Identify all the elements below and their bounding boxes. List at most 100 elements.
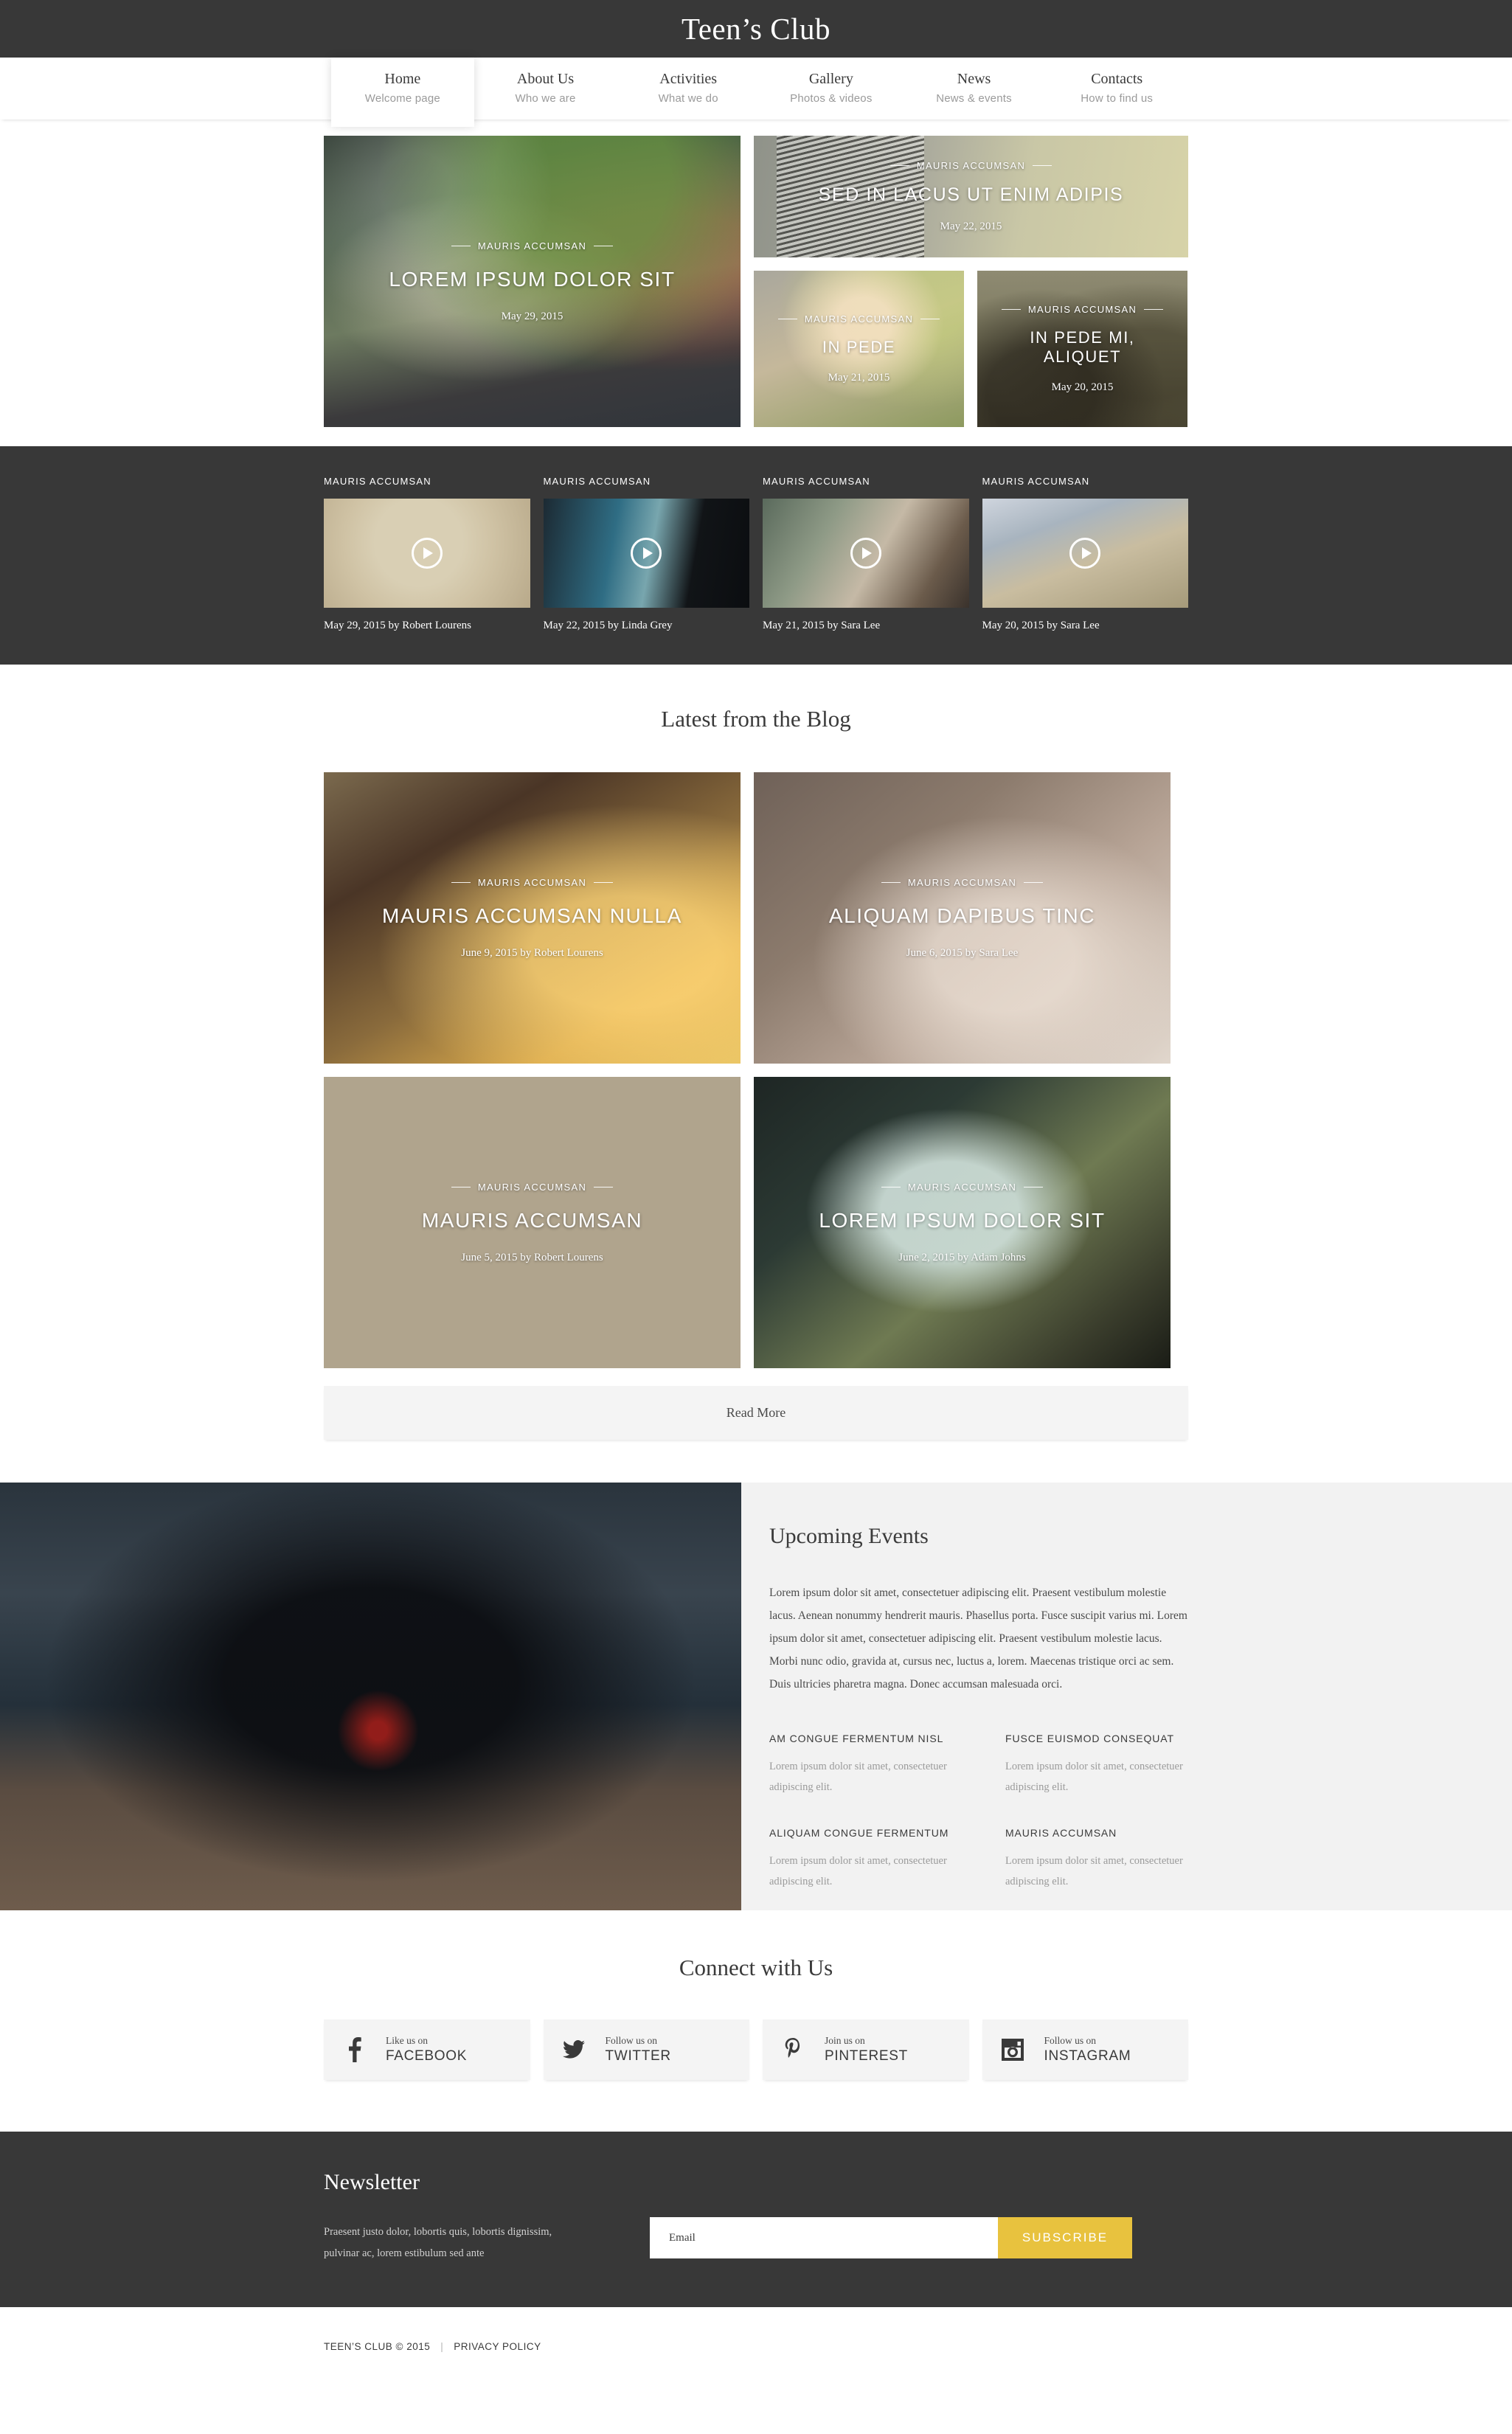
play-icon[interactable] [850, 538, 881, 569]
nav-item-title: Activities [659, 71, 718, 87]
nav-item-about-us[interactable]: About Us Who we are [474, 58, 617, 119]
blog-post-tile[interactable]: MAURIS ACCUMSAN MAURIS ACCUMSAN NULLA Ju… [324, 772, 741, 1064]
social-card-facebook[interactable]: Like us on FACEBOOK [324, 2019, 530, 2080]
video-category: MAURIS ACCUMSAN [763, 476, 870, 487]
nav-item-subtitle: Photos & videos [790, 92, 873, 105]
event-item[interactable]: FUSCE EUISMOD CONSEQUAT Lorem ipsum dolo… [1005, 1733, 1212, 1797]
social-card-small: Like us on [386, 2035, 428, 2046]
read-more-label: Read More [726, 1405, 786, 1420]
blog-post-title: ALIQUAM DAPIBUS TINC [828, 904, 1096, 927]
play-icon[interactable] [631, 538, 662, 569]
social-card-name: FACEBOOK [386, 2048, 468, 2064]
social-card-pinterest[interactable]: Join us on PINTEREST [763, 2019, 969, 2080]
hero-featured-title: LOREM IPSUM DOLOR SIT [389, 267, 676, 291]
hero-small-date: May 20, 2015 [1051, 381, 1114, 393]
play-icon[interactable] [1069, 538, 1101, 569]
hero-wide-tile[interactable]: MAURIS ACCUMSAN SED IN LACUS UT ENIM ADI… [754, 136, 1188, 257]
kicker-label: MAURIS ACCUMSAN [916, 160, 1026, 171]
video-thumbnail[interactable] [324, 499, 530, 608]
video-item: MAURIS ACCUMSAN May 21, 2015 by Sara Lee [763, 476, 969, 632]
blog-post-kicker: MAURIS ACCUMSAN [451, 1181, 614, 1193]
social-card-small: Follow us on [1044, 2035, 1097, 2046]
newsletter-description: Praesent justo dolor, lobortis quis, lob… [324, 2226, 552, 2259]
nav-item-gallery[interactable]: Gallery Photos & videos [760, 58, 903, 119]
blog-section-title: Latest from the Blog [661, 706, 851, 732]
newsletter-title: Newsletter [324, 2170, 420, 2194]
dash-icon [1033, 165, 1052, 166]
kicker-label: MAURIS ACCUMSAN [477, 1181, 587, 1193]
hero-small-tile[interactable]: MAURIS ACCUMSAN IN PEDE MI, ALIQUET May … [977, 271, 1187, 427]
blog-post-kicker: MAURIS ACCUMSAN [881, 876, 1044, 888]
social-card-text: Follow us on INSTAGRAM [1044, 2034, 1131, 2065]
blog-post-tile[interactable]: MAURIS ACCUMSAN LOREM IPSUM DOLOR SIT Ju… [754, 1077, 1171, 1368]
dash-icon [889, 165, 909, 166]
nav-item-contacts[interactable]: Contacts How to find us [1045, 58, 1188, 119]
social-card-small: Join us on [825, 2035, 865, 2046]
newsletter-section: Newsletter Praesent justo dolor, loborti… [0, 2132, 1512, 2307]
video-category: MAURIS ACCUMSAN [324, 476, 431, 487]
video-thumbnail[interactable] [763, 499, 969, 608]
event-item[interactable]: MAURIS ACCUMSAN Lorem ipsum dolor sit am… [1005, 1827, 1212, 1892]
event-name: AM CONGUE FERMENTUM NISL [769, 1733, 944, 1744]
blog-post-meta: June 9, 2015 by Robert Lourens [461, 946, 603, 959]
blog-post-tile[interactable]: MAURIS ACCUMSAN MAURIS ACCUMSAN June 5, … [324, 1077, 741, 1368]
video-item: MAURIS ACCUMSAN May 29, 2015 by Robert L… [324, 476, 530, 632]
hero-wide-kicker: MAURIS ACCUMSAN [889, 160, 1052, 171]
blog-post-title: MAURIS ACCUMSAN NULLA [381, 904, 682, 927]
hero-wide-title: SED IN LACUS UT ENIM ADIPIS [818, 184, 1124, 205]
site-title: Teen’s Club [682, 12, 830, 46]
play-icon[interactable] [411, 538, 443, 569]
social-card-twitter[interactable]: Follow us on TWITTER [543, 2019, 749, 2080]
blog-section: Latest from the Blog MAURIS ACCUMSAN MAU… [0, 665, 1512, 1440]
dash-icon [1001, 309, 1021, 310]
subscribe-button[interactable]: SUBSCRIBE [998, 2217, 1132, 2258]
facebook-icon [341, 2037, 367, 2062]
dash-icon [1024, 881, 1044, 883]
nav-item-title: Contacts [1091, 71, 1143, 87]
blog-post-title: MAURIS ACCUMSAN [421, 1208, 643, 1232]
nav-item-home[interactable]: Home Welcome page [331, 58, 474, 127]
footer-separator: | [440, 2340, 444, 2352]
kicker-label: MAURIS ACCUMSAN [907, 876, 1017, 888]
hero-small-title: IN PEDE MI, ALIQUET [1030, 328, 1135, 366]
upcoming-events-section: Upcoming Events Lorem ipsum dolor sit am… [0, 1483, 1512, 1910]
video-thumbnail[interactable] [543, 499, 749, 608]
site-footer: TEEN’S CLUB © 2015 | PRIVACY POLICY [0, 2307, 1512, 2385]
page-root: Teen’s Club Home Welcome page About Us W… [0, 0, 1512, 2385]
blog-post-meta: June 5, 2015 by Robert Lourens [461, 1251, 603, 1263]
blog-post-tile[interactable]: MAURIS ACCUMSAN ALIQUAM DAPIBUS TINC Jun… [754, 772, 1171, 1064]
nav-item-subtitle: Who we are [515, 92, 576, 105]
nav-item-activities[interactable]: Activities What we do [617, 58, 760, 119]
video-meta: May 21, 2015 by Sara Lee [763, 620, 881, 631]
privacy-policy-link[interactable]: PRIVACY POLICY [454, 2341, 541, 2352]
nav-item-title: News [957, 71, 991, 87]
hero-featured-tile[interactable]: MAURIS ACCUMSAN LOREM IPSUM DOLOR SIT Ma… [324, 136, 741, 427]
video-item: MAURIS ACCUMSAN May 22, 2015 by Linda Gr… [543, 476, 749, 632]
video-item: MAURIS ACCUMSAN May 20, 2015 by Sara Lee [982, 476, 1188, 632]
hero-section: MAURIS ACCUMSAN LOREM IPSUM DOLOR SIT Ma… [0, 119, 1512, 446]
event-item[interactable]: ALIQUAM CONGUE FERMENTUM Lorem ipsum dol… [769, 1827, 976, 1892]
kicker-label: MAURIS ACCUMSAN [804, 313, 914, 325]
dash-icon [881, 881, 901, 883]
main-navigation: Home Welcome page About Us Who we are Ac… [0, 58, 1512, 127]
hero-small-kicker: MAURIS ACCUMSAN [777, 313, 940, 325]
nav-item-title: Gallery [808, 71, 853, 87]
video-section: MAURIS ACCUMSAN May 29, 2015 by Robert L… [0, 446, 1512, 665]
hero-featured-date: May 29, 2015 [501, 310, 563, 322]
nav-item-title: About Us [516, 71, 575, 87]
blog-post-title: LOREM IPSUM DOLOR SIT [819, 1208, 1106, 1232]
connect-with-us-section: Connect with Us Like us on FACEBOOK Foll… [0, 1910, 1512, 2132]
nav-item-news[interactable]: News News & events [903, 58, 1046, 119]
kicker-label: MAURIS ACCUMSAN [1027, 304, 1137, 315]
social-card-instagram[interactable]: Follow us on INSTAGRAM [982, 2019, 1188, 2080]
hero-small-tile[interactable]: MAURIS ACCUMSAN IN PEDE May 21, 2015 [754, 271, 964, 427]
video-thumbnail[interactable] [982, 499, 1188, 608]
event-name: ALIQUAM CONGUE FERMENTUM [769, 1827, 949, 1839]
social-card-name: PINTEREST [825, 2048, 908, 2064]
event-item[interactable]: AM CONGUE FERMENTUM NISL Lorem ipsum dol… [769, 1733, 976, 1797]
email-input[interactable] [650, 2217, 998, 2258]
social-card-text: Like us on FACEBOOK [386, 2034, 467, 2065]
read-more-button[interactable]: Read More [324, 1386, 1188, 1440]
blog-post-meta: June 6, 2015 by Sara Lee [906, 946, 1019, 959]
events-intro-text: Lorem ipsum dolor sit amet, consectetuer… [769, 1587, 1187, 1691]
